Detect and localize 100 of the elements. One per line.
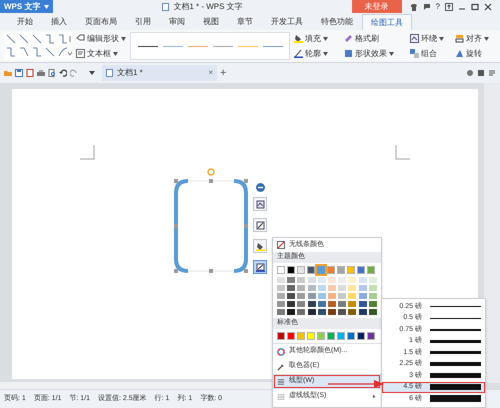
color-shade-swatch[interactable]	[358, 277, 367, 283]
ribbon-tab[interactable]: 绘图工具	[362, 14, 412, 30]
ribbon-tab[interactable]: 开始	[8, 14, 42, 30]
ribbon-tab[interactable]: 视图	[194, 14, 228, 30]
color-shade-swatch[interactable]	[348, 301, 356, 307]
color-swatch[interactable]	[337, 266, 345, 274]
save-icon[interactable]	[15, 69, 23, 77]
ribbon-tab[interactable]: 章节	[228, 14, 262, 30]
color-shade-swatch[interactable]	[338, 309, 346, 315]
collapse-icon[interactable]	[256, 183, 265, 192]
color-swatch[interactable]	[327, 266, 335, 274]
color-swatch[interactable]	[367, 266, 375, 274]
ribbon-button[interactable]: 环绕	[410, 33, 451, 44]
color-swatch[interactable]	[307, 332, 315, 340]
color-shade-swatch[interactable]	[308, 285, 316, 291]
color-shade-swatch[interactable]	[358, 285, 367, 291]
color-shade-swatch[interactable]	[297, 309, 306, 315]
document-tab[interactable]: 文档1 * ×	[102, 65, 217, 81]
color-shade-swatch[interactable]	[368, 309, 377, 315]
color-swatch[interactable]	[287, 266, 295, 274]
ribbon-tab[interactable]: 审阅	[160, 14, 194, 30]
side-toolbar-button[interactable]	[253, 260, 267, 274]
new-tab-button[interactable]: +	[220, 64, 226, 82]
export-pdf-icon[interactable]	[26, 69, 34, 77]
ribbon-tab[interactable]: 插入	[42, 14, 76, 30]
color-shade-swatch[interactable]	[287, 293, 296, 299]
color-shade-swatch[interactable]	[287, 301, 296, 307]
color-swatch[interactable]	[277, 266, 285, 274]
shirt-icon[interactable]	[410, 2, 418, 10]
color-swatch[interactable]	[317, 266, 325, 274]
color-shade-swatch[interactable]	[348, 285, 356, 291]
ribbon-button[interactable]: 对齐	[455, 33, 496, 44]
color-swatch[interactable]	[347, 332, 355, 340]
side-toolbar-button[interactable]	[253, 197, 267, 211]
color-shade-swatch[interactable]	[297, 277, 306, 283]
color-shade-swatch[interactable]	[328, 293, 336, 299]
ribbon-tab[interactable]: 特色功能	[312, 14, 362, 30]
color-swatch[interactable]	[297, 332, 305, 340]
color-shade-swatch[interactable]	[318, 301, 326, 307]
color-shade-swatch[interactable]	[338, 277, 346, 283]
settings-icon[interactable]	[466, 69, 474, 77]
print-preview-icon[interactable]	[48, 69, 56, 77]
app-menu-button[interactable]: WPS 文字	[0, 0, 54, 13]
color-shade-swatch[interactable]	[297, 285, 306, 291]
color-swatch[interactable]	[337, 332, 345, 340]
color-shade-swatch[interactable]	[287, 309, 296, 315]
ribbon-button[interactable]: 文本框	[76, 48, 126, 59]
color-shade-swatch[interactable]	[358, 293, 367, 299]
help-button[interactable]: ?	[436, 0, 440, 12]
ribbon-button[interactable]: 轮廓	[294, 48, 340, 59]
color-shade-swatch[interactable]	[297, 293, 306, 299]
color-shade-swatch[interactable]	[338, 285, 346, 291]
color-shade-swatch[interactable]	[338, 301, 346, 307]
restore-ribbon-icon[interactable]	[445, 2, 453, 10]
color-shade-swatch[interactable]	[297, 301, 306, 307]
color-shade-swatch[interactable]	[308, 277, 316, 283]
color-swatch[interactable]	[317, 332, 325, 340]
ribbon-button[interactable]: 格式刷	[344, 33, 406, 44]
color-shade-swatch[interactable]	[287, 285, 296, 291]
color-shade-swatch[interactable]	[277, 309, 285, 315]
color-shade-swatch[interactable]	[277, 301, 285, 307]
dropdown-caret-icon[interactable]	[89, 70, 95, 76]
ribbon-button[interactable]: 组合	[410, 48, 451, 59]
ribbon-button[interactable]: 旋转	[455, 48, 496, 59]
color-swatch[interactable]	[327, 332, 335, 340]
color-shade-swatch[interactable]	[308, 309, 316, 315]
ribbon-tab[interactable]: 开发工具	[262, 14, 312, 30]
color-shade-swatch[interactable]	[348, 277, 356, 283]
color-shade-swatch[interactable]	[277, 285, 285, 291]
color-swatch[interactable]	[357, 266, 365, 274]
undo-icon[interactable]	[59, 69, 67, 77]
ribbon-button[interactable]: 填充	[294, 33, 340, 44]
color-swatch[interactable]	[277, 332, 285, 340]
ribbon-tab[interactable]: 引用	[126, 14, 160, 30]
color-shade-swatch[interactable]	[348, 309, 356, 315]
color-shade-swatch[interactable]	[318, 285, 326, 291]
color-shade-swatch[interactable]	[308, 293, 316, 299]
color-shade-swatch[interactable]	[358, 309, 367, 315]
color-shade-swatch[interactable]	[277, 277, 285, 283]
vertical-scrollbar[interactable]	[484, 83, 500, 383]
color-shade-swatch[interactable]	[368, 277, 377, 283]
color-shade-swatch[interactable]	[287, 277, 296, 283]
menu-icon[interactable]	[488, 69, 496, 77]
close-icon[interactable]	[484, 2, 492, 10]
print-icon[interactable]	[37, 69, 45, 77]
color-swatch[interactable]	[347, 266, 355, 274]
ribbon-button[interactable]: 形状效果	[344, 48, 406, 59]
color-shade-swatch[interactable]	[308, 301, 316, 307]
color-shade-swatch[interactable]	[277, 293, 285, 299]
ribbon-button[interactable]: 编辑形状	[76, 33, 126, 44]
ribbon-tab[interactable]: 页面布局	[76, 14, 126, 30]
side-toolbar-button[interactable]	[253, 239, 267, 253]
color-shade-swatch[interactable]	[328, 301, 336, 307]
color-shade-swatch[interactable]	[368, 301, 377, 307]
color-swatch[interactable]	[297, 266, 305, 274]
color-shade-swatch[interactable]	[368, 293, 377, 299]
color-swatch[interactable]	[307, 266, 315, 274]
redo-icon[interactable]	[70, 69, 78, 77]
color-shade-swatch[interactable]	[338, 293, 346, 299]
color-shade-swatch[interactable]	[328, 277, 336, 283]
